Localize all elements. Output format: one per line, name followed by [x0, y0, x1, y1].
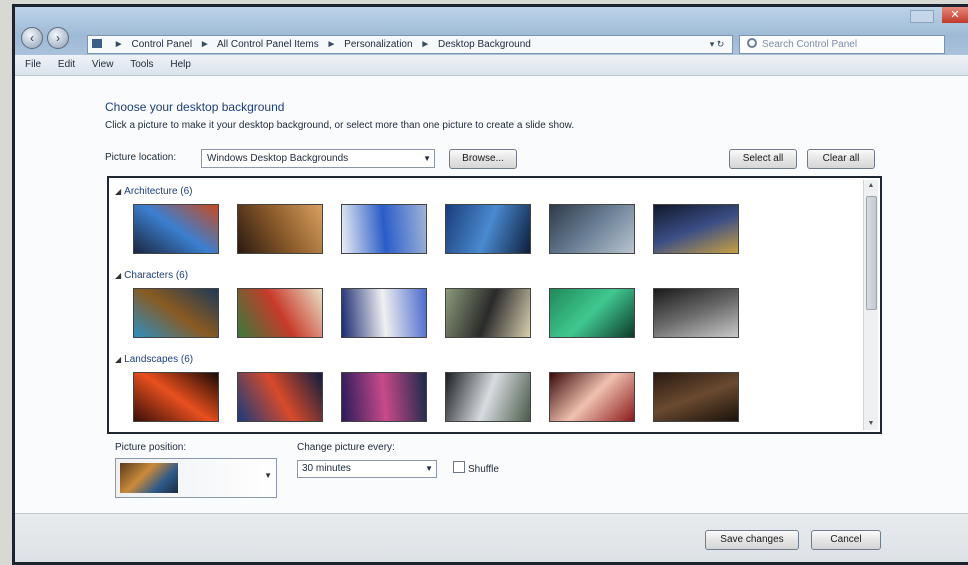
interval-select[interactable]: 30 minutes ▼: [297, 460, 437, 478]
main-content: Choose your desktop background Click a p…: [15, 76, 968, 514]
wallpaper-thumbnail-landscapes-5[interactable]: [549, 372, 635, 422]
wallpaper-thumbnail-landscapes-6[interactable]: [653, 372, 739, 422]
close-button[interactable]: ✕: [942, 7, 968, 23]
menu-tools[interactable]: Tools: [130, 59, 153, 70]
picture-location-label: Picture location:: [105, 152, 177, 163]
scroll-up-icon[interactable]: ▲: [864, 180, 878, 192]
select-all-button[interactable]: Select all: [729, 149, 797, 169]
breadcrumb-control-panel[interactable]: Control Panel: [131, 39, 192, 50]
breadcrumb-all-items[interactable]: All Control Panel Items: [217, 39, 319, 50]
control-panel-icon: [92, 39, 102, 48]
group-label-architecture[interactable]: ◢ Architecture (6): [115, 186, 193, 197]
wallpaper-thumbnail-landscapes-2[interactable]: [237, 372, 323, 422]
cancel-button[interactable]: Cancel: [811, 530, 881, 550]
wallpaper-thumbnail-architecture-3[interactable]: [341, 204, 427, 254]
menu-bar: File Edit View Tools Help: [15, 55, 968, 76]
group-label-characters[interactable]: ◢ Characters (6): [115, 270, 188, 281]
save-changes-button[interactable]: Save changes: [705, 530, 799, 550]
chevron-down-icon: ▼: [425, 464, 433, 473]
wallpaper-thumbnail-characters-1[interactable]: [133, 288, 219, 338]
footer-bar: Save changes Cancel: [15, 513, 968, 562]
menu-edit[interactable]: Edit: [58, 59, 75, 70]
group-collapse-icon: ◢: [115, 271, 122, 280]
wallpaper-thumbnail-architecture-1[interactable]: [133, 204, 219, 254]
wallpaper-thumbnail-architecture-5[interactable]: [549, 204, 635, 254]
scrollbar-thumb[interactable]: [866, 196, 877, 310]
picture-location-value: Windows Desktop Backgrounds: [207, 153, 349, 164]
group-collapse-icon: ◢: [115, 355, 122, 364]
maximize-button[interactable]: [910, 10, 934, 23]
group-label-text: Landscapes (6): [124, 354, 194, 365]
title-bar: ✕ ‹ › ► Control Panel ► All Control Pane…: [15, 7, 968, 55]
interval-label: Change picture every:: [297, 442, 395, 453]
wallpaper-thumbnail-characters-5[interactable]: [549, 288, 635, 338]
search-input[interactable]: Search Control Panel: [739, 35, 945, 54]
shuffle-label: Shuffle: [468, 464, 499, 475]
menu-view[interactable]: View: [92, 59, 114, 70]
back-button[interactable]: ‹: [21, 27, 43, 49]
breadcrumb-separator-1: ►: [199, 39, 210, 50]
interval-value: 30 minutes: [302, 463, 351, 474]
wallpaper-thumbnail-characters-3[interactable]: [341, 288, 427, 338]
search-icon: [747, 38, 757, 48]
group-label-text: Characters (6): [124, 270, 189, 281]
wallpaper-thumbnail-architecture-2[interactable]: [237, 204, 323, 254]
picture-position-select[interactable]: ▼: [115, 458, 277, 498]
menu-help[interactable]: Help: [170, 59, 191, 70]
clear-all-button[interactable]: Clear all: [807, 149, 875, 169]
picture-location-select[interactable]: Windows Desktop Backgrounds ▼: [201, 149, 435, 168]
wallpaper-thumbnail-characters-2[interactable]: [237, 288, 323, 338]
wallpaper-thumbnail-characters-4[interactable]: [445, 288, 531, 338]
wallpaper-thumbnail-landscapes-3[interactable]: [341, 372, 427, 422]
gallery-scrollbar[interactable]: ▲ ▼: [863, 180, 878, 430]
scroll-down-icon[interactable]: ▼: [864, 418, 878, 430]
wallpaper-thumbnail-architecture-4[interactable]: [445, 204, 531, 254]
breadcrumb-separator-3: ►: [420, 39, 431, 50]
wallpaper-thumbnail-landscapes-1[interactable]: [133, 372, 219, 422]
breadcrumb-separator-2: ►: [326, 39, 337, 50]
forward-button[interactable]: ›: [47, 27, 69, 49]
group-label-text: Architecture (6): [124, 186, 193, 197]
page-title: Choose your desktop background: [105, 100, 285, 114]
wallpaper-gallery: ◢ Architecture (6) ◢ Characters (6) ◢ Lands…: [107, 176, 882, 434]
group-label-landscapes[interactable]: ◢ Landscapes (6): [115, 354, 193, 365]
picture-position-label: Picture position:: [115, 442, 187, 453]
wallpaper-thumbnail-architecture-6[interactable]: [653, 204, 739, 254]
position-preview-image: [120, 463, 178, 493]
wallpaper-thumbnail-characters-6[interactable]: [653, 288, 739, 338]
group-collapse-icon: ◢: [115, 187, 122, 196]
shuffle-checkbox[interactable]: Shuffle: [453, 461, 499, 475]
breadcrumb-desktop-background[interactable]: Desktop Background: [438, 39, 531, 50]
chevron-down-icon: ▼: [423, 154, 431, 163]
address-bar[interactable]: ► Control Panel ► All Control Panel Item…: [87, 35, 733, 54]
browse-button[interactable]: Browse...: [449, 149, 517, 169]
menu-file[interactable]: File: [25, 59, 41, 70]
checkbox-icon: [453, 461, 465, 473]
wallpaper-thumbnail-landscapes-4[interactable]: [445, 372, 531, 422]
desktop-background-window: ✕ ‹ › ► Control Panel ► All Control Pane…: [12, 4, 968, 565]
address-dropdown-refresh[interactable]: ▾ ↻: [701, 35, 733, 54]
chevron-down-icon: ▼: [264, 471, 272, 480]
breadcrumb-separator-0: ►: [113, 39, 124, 50]
page-subtitle: Click a picture to make it your desktop …: [105, 120, 575, 131]
breadcrumb-personalization[interactable]: Personalization: [344, 39, 412, 50]
